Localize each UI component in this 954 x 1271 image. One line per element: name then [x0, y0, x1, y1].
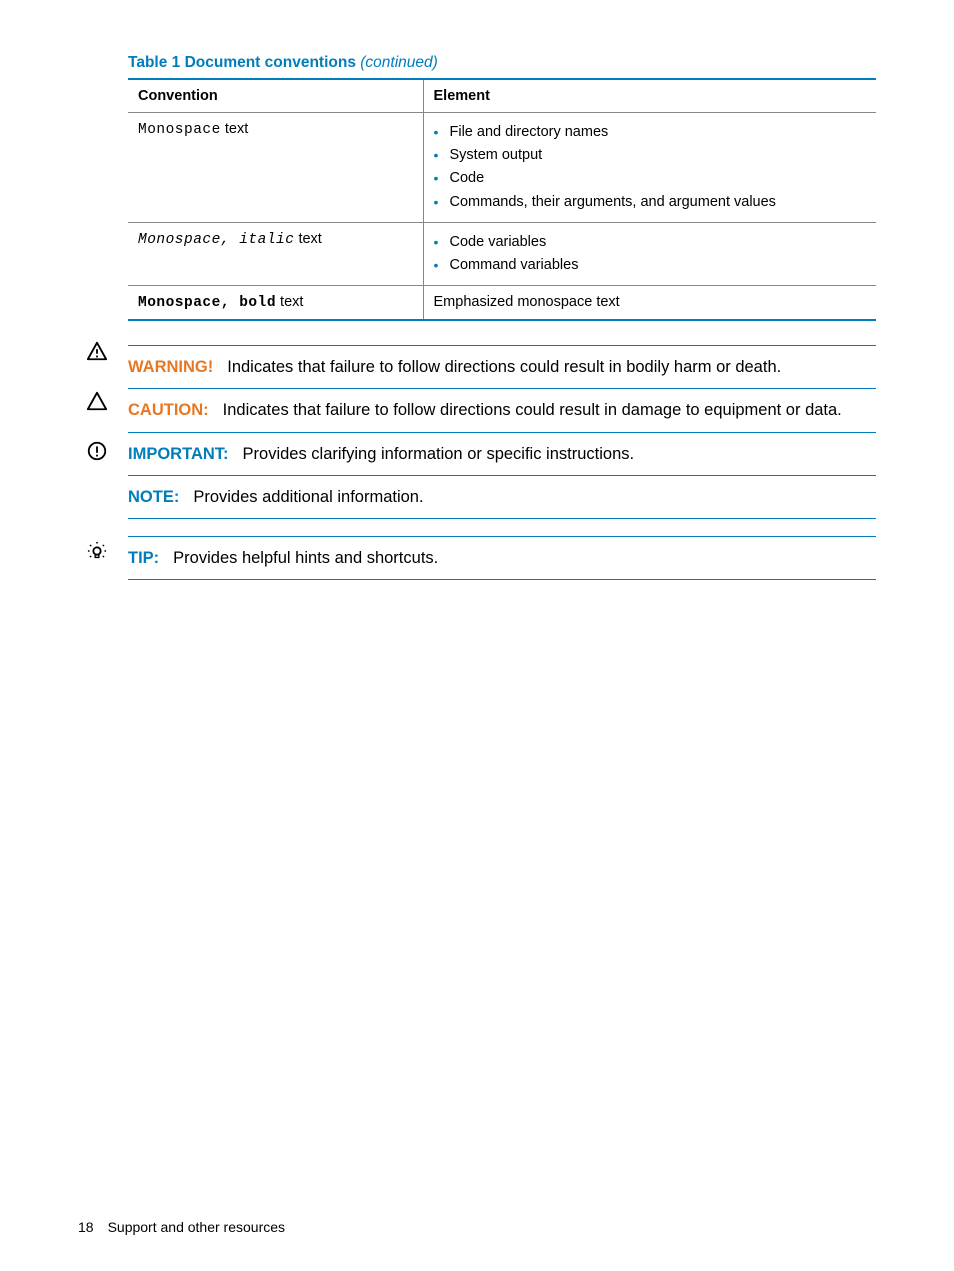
conv-mono-bold: Monospace, bold: [138, 295, 276, 311]
table-title-continued: (continued): [360, 54, 438, 71]
page-number: 18: [78, 1219, 94, 1235]
warning-icon: [82, 340, 112, 367]
tip-label: TIP:: [128, 549, 159, 567]
warning-label: WARNING!: [128, 358, 213, 376]
footer-section: Support and other resources: [108, 1219, 285, 1235]
element-list: File and directory names System output C…: [434, 121, 867, 214]
list-item: System output: [434, 144, 867, 167]
conv-mono: Monospace: [138, 122, 221, 138]
note-label: NOTE:: [128, 488, 179, 506]
caution-icon: [82, 390, 112, 417]
warning-text: Indicates that failure to follow directi…: [227, 358, 781, 376]
note-admon: NOTE: Provides additional information.: [128, 475, 876, 519]
list-item: Code: [434, 167, 867, 190]
table-title-strong: Table 1 Document conventions: [128, 54, 356, 71]
table-row: Monospace, italic text Code variables Co…: [128, 222, 876, 285]
list-item: Commands, their arguments, and argument …: [434, 191, 867, 214]
caution-label: CAUTION:: [128, 401, 209, 419]
tip-icon: [82, 540, 112, 567]
warning-admon: WARNING! Indicates that failure to follow…: [128, 345, 876, 389]
tip-text: Provides helpful hints and shortcuts.: [173, 549, 438, 567]
conv-mono-italic: Monospace, italic: [138, 232, 294, 248]
caution-admon: CAUTION: Indicates that failure to follow…: [128, 388, 876, 432]
footer: 18 Support and other resources: [78, 1219, 285, 1235]
header-element: Element: [423, 79, 876, 113]
admonitions: WARNING! Indicates that failure to follow…: [128, 345, 876, 580]
caution-text: Indicates that failure to follow directi…: [223, 401, 842, 419]
list-item: Code variables: [434, 231, 867, 254]
note-text: Provides additional information.: [193, 488, 423, 506]
table-row: Monospace, bold text Emphasized monospac…: [128, 286, 876, 321]
important-admon: IMPORTANT: Provides clarifying informatio…: [128, 432, 876, 476]
list-item: Command variables: [434, 254, 867, 277]
table-row: Monospace text File and directory names …: [128, 113, 876, 223]
header-convention: Convention: [128, 79, 423, 113]
element-list: Code variables Command variables: [434, 231, 867, 277]
important-icon: [82, 440, 112, 467]
list-item: File and directory names: [434, 121, 867, 144]
important-label: IMPORTANT:: [128, 445, 229, 463]
page: Table 1 Document conventions (continued)…: [0, 0, 954, 1271]
element-text: Emphasized monospace text: [423, 286, 876, 321]
conv-post: text: [294, 231, 321, 247]
conventions-table: Convention Element Monospace text File a…: [128, 78, 876, 321]
important-text: Provides clarifying information or speci…: [243, 445, 635, 463]
conv-post: text: [221, 121, 248, 137]
conv-post: text: [276, 294, 303, 310]
table-title: Table 1 Document conventions (continued): [128, 54, 876, 72]
tip-admon: TIP: Provides helpful hints and shortcuts…: [128, 536, 876, 580]
